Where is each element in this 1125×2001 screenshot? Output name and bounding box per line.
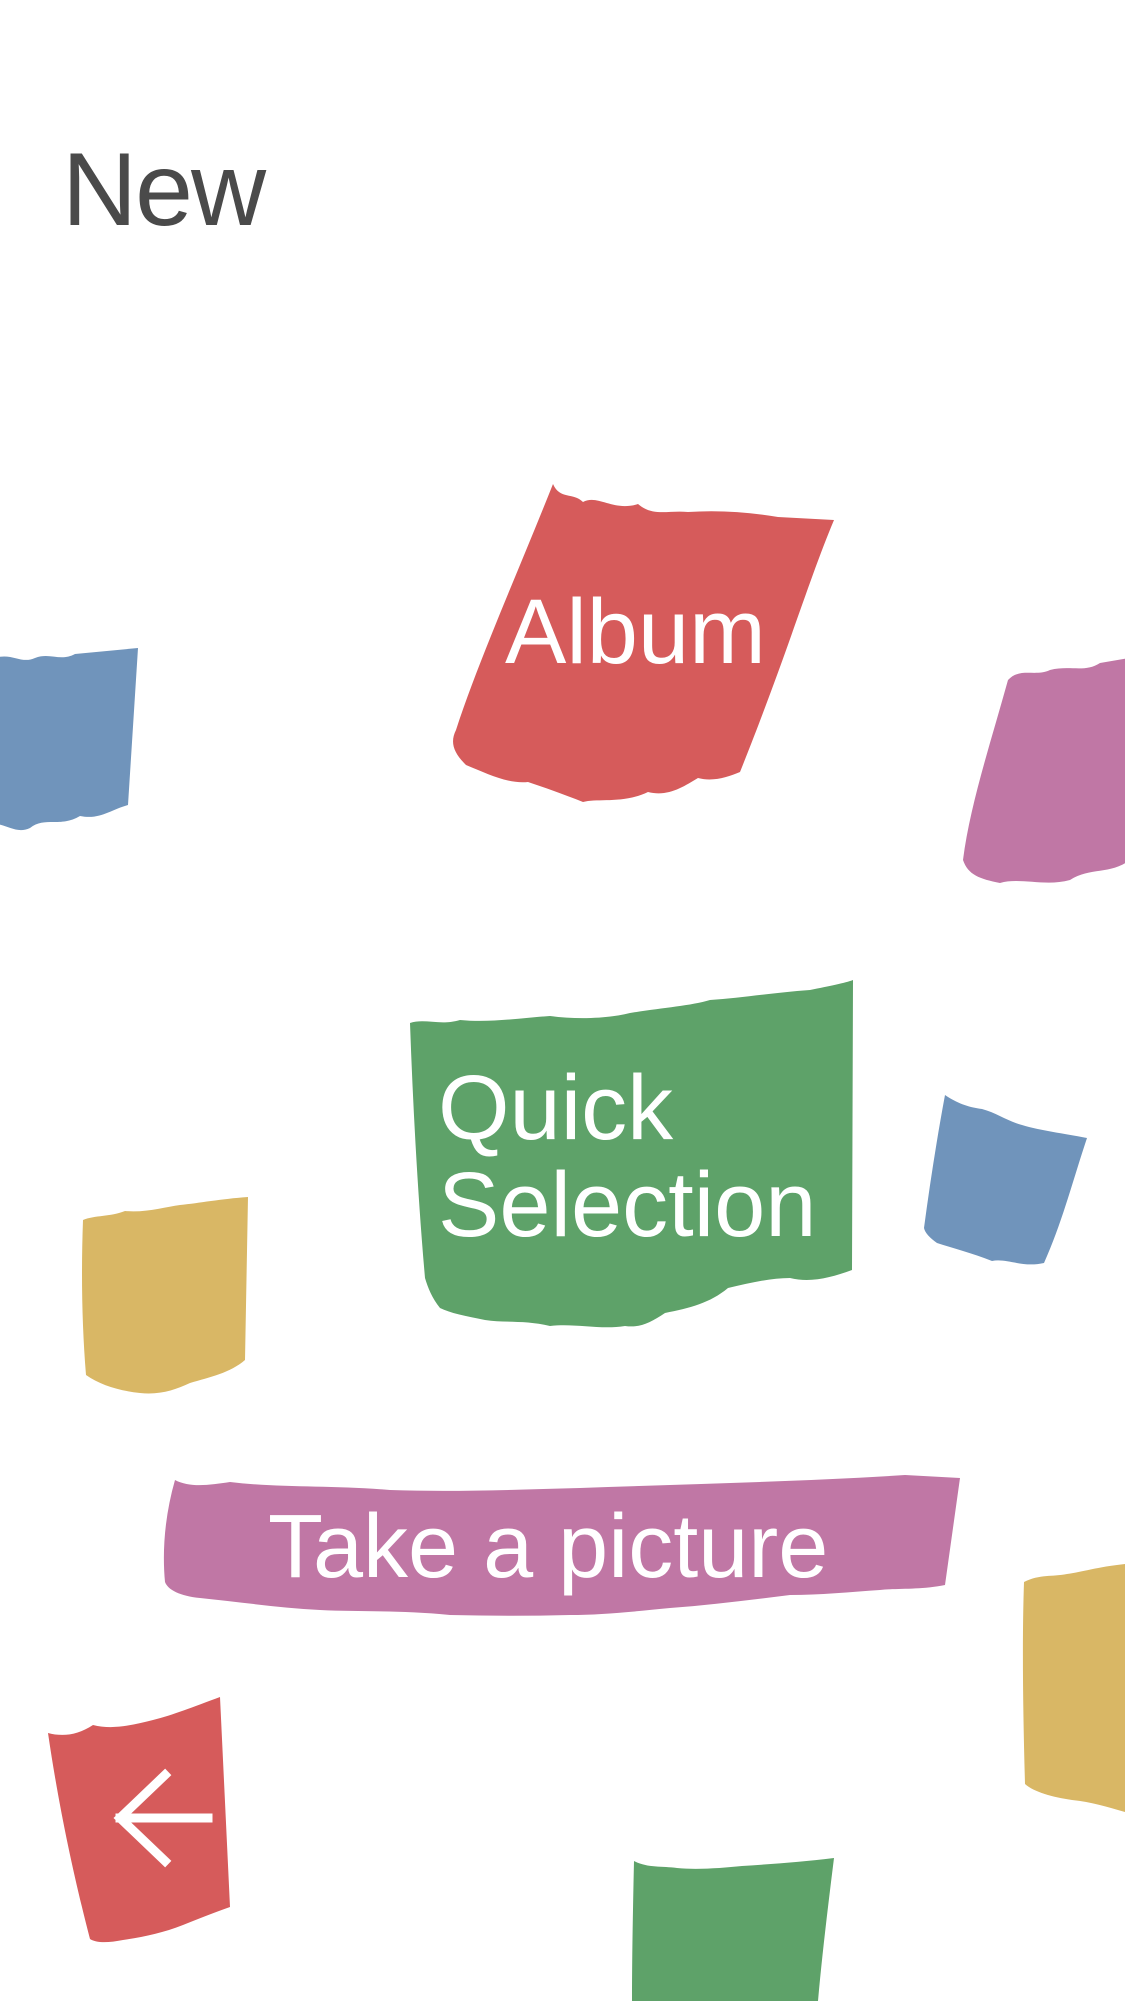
decorative-swatch-pink [963, 658, 1125, 883]
decorative-swatch-green [632, 1858, 834, 2001]
quick-selection-button-background [410, 980, 853, 1328]
take-picture-button-background [163, 1475, 961, 1616]
decorative-swatch-blue-2 [924, 1095, 1087, 1265]
album-button-background [453, 484, 834, 802]
back-button[interactable] [48, 1695, 283, 1945]
decorative-swatch-blue [0, 648, 138, 831]
decorative-swatch-yellow [82, 1197, 248, 1394]
page-title: New [62, 132, 266, 248]
decorative-swatch-yellow-2 [1022, 1564, 1125, 1812]
